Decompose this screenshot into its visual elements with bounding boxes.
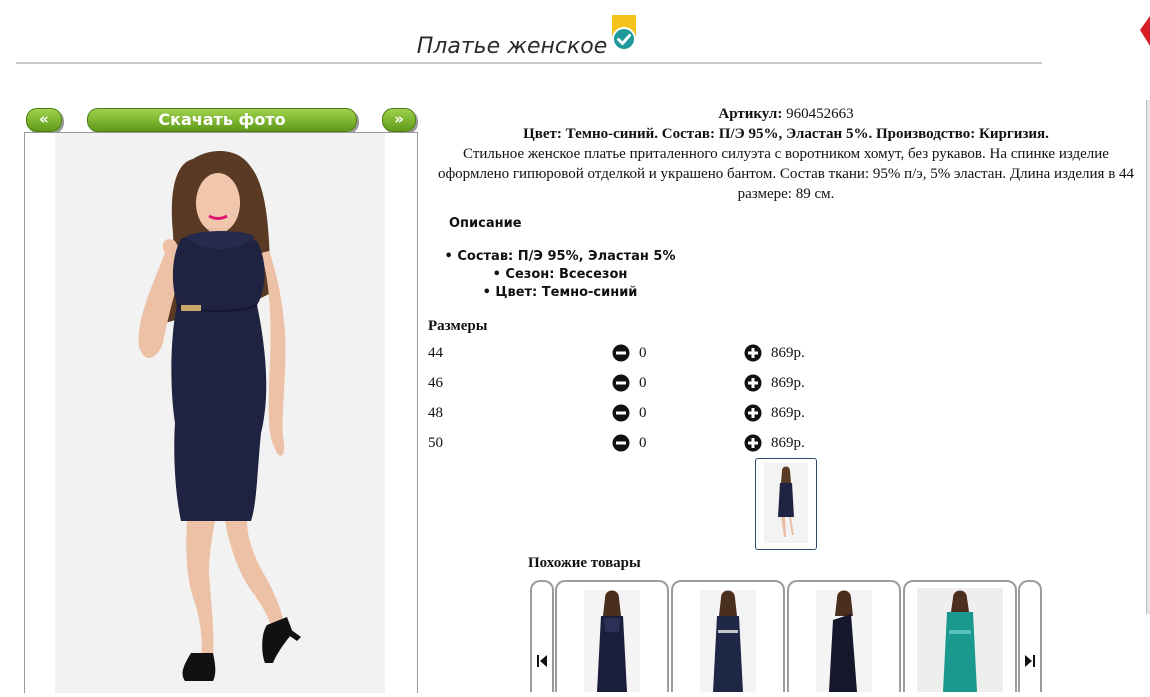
prev-photo-button[interactable]: « — [26, 108, 62, 132]
plus-circle-icon[interactable] — [744, 404, 762, 422]
size-label: 46 — [428, 375, 443, 391]
minus-circle-icon[interactable] — [612, 344, 630, 362]
price-value: 869р. — [771, 405, 805, 421]
spec-item: Сезон: Всесезон — [440, 266, 680, 284]
header-divider — [16, 62, 1042, 64]
quantity-value: 0 — [639, 405, 647, 421]
skip-back-icon — [537, 655, 547, 667]
minus-circle-icon[interactable] — [612, 374, 630, 392]
quantity-value: 0 — [639, 345, 647, 361]
product-photo[interactable] — [25, 133, 417, 693]
page-header: Платье женское — [0, 14, 1040, 59]
carousel-prev-button[interactable] — [530, 580, 554, 692]
red-shape-icon — [1140, 16, 1150, 46]
product-description: Стильное женское платье приталенного сил… — [437, 146, 1135, 202]
size-row: 44 0 869р. — [428, 344, 848, 369]
spec-item: Состав: П/Э 95%, Эластан 5% — [440, 248, 680, 266]
similar-product-card[interactable] — [555, 580, 669, 692]
article-label: Артикул: — [718, 106, 783, 122]
minus-circle-icon[interactable] — [612, 434, 630, 452]
page-title: Платье женское — [416, 34, 608, 59]
spec-item: Цвет: Темно-синий — [440, 284, 680, 302]
specs-list: Состав: П/Э 95%, Эластан 5% Сезон: Всесе… — [440, 248, 680, 302]
carousel-next-button[interactable] — [1018, 580, 1042, 692]
quantity-value: 0 — [639, 375, 647, 391]
quantity-value: 0 — [639, 435, 647, 451]
similar-product-card[interactable] — [787, 580, 901, 692]
product-info: Артикул: 960452663 Цвет: Темно-синий. Со… — [428, 104, 1144, 204]
product-photo-frame — [24, 132, 418, 693]
plus-circle-icon[interactable] — [744, 374, 762, 392]
size-row: 46 0 869р. — [428, 374, 848, 399]
vertical-scrollbar[interactable] — [1146, 100, 1150, 614]
article-value: 960452663 — [786, 106, 854, 122]
price-value: 869р. — [771, 435, 805, 451]
verified-check-icon — [612, 15, 636, 51]
plus-circle-icon[interactable] — [744, 434, 762, 452]
similar-products-title: Похожие товары — [528, 555, 641, 571]
size-label: 50 — [428, 435, 443, 451]
size-label: 48 — [428, 405, 443, 421]
size-label: 44 — [428, 345, 443, 361]
similar-product-card[interactable] — [903, 580, 1017, 692]
similar-product-card[interactable] — [671, 580, 785, 692]
size-row: 48 0 869р. — [428, 404, 848, 429]
photo-thumbnail[interactable] — [755, 458, 817, 550]
plus-circle-icon[interactable] — [744, 344, 762, 362]
minus-circle-icon[interactable] — [612, 404, 630, 422]
download-photo-button[interactable]: Скачать фото — [87, 108, 357, 132]
price-value: 869р. — [771, 375, 805, 391]
sizes-title: Размеры — [428, 318, 488, 334]
composition-line: Цвет: Темно-синий. Состав: П/Э 95%, Элас… — [523, 126, 1049, 142]
price-value: 869р. — [771, 345, 805, 361]
next-photo-button[interactable]: » — [382, 108, 416, 132]
specs-title: Описание — [449, 216, 522, 231]
skip-forward-icon — [1025, 655, 1035, 667]
size-row: 50 0 869р. — [428, 434, 848, 459]
